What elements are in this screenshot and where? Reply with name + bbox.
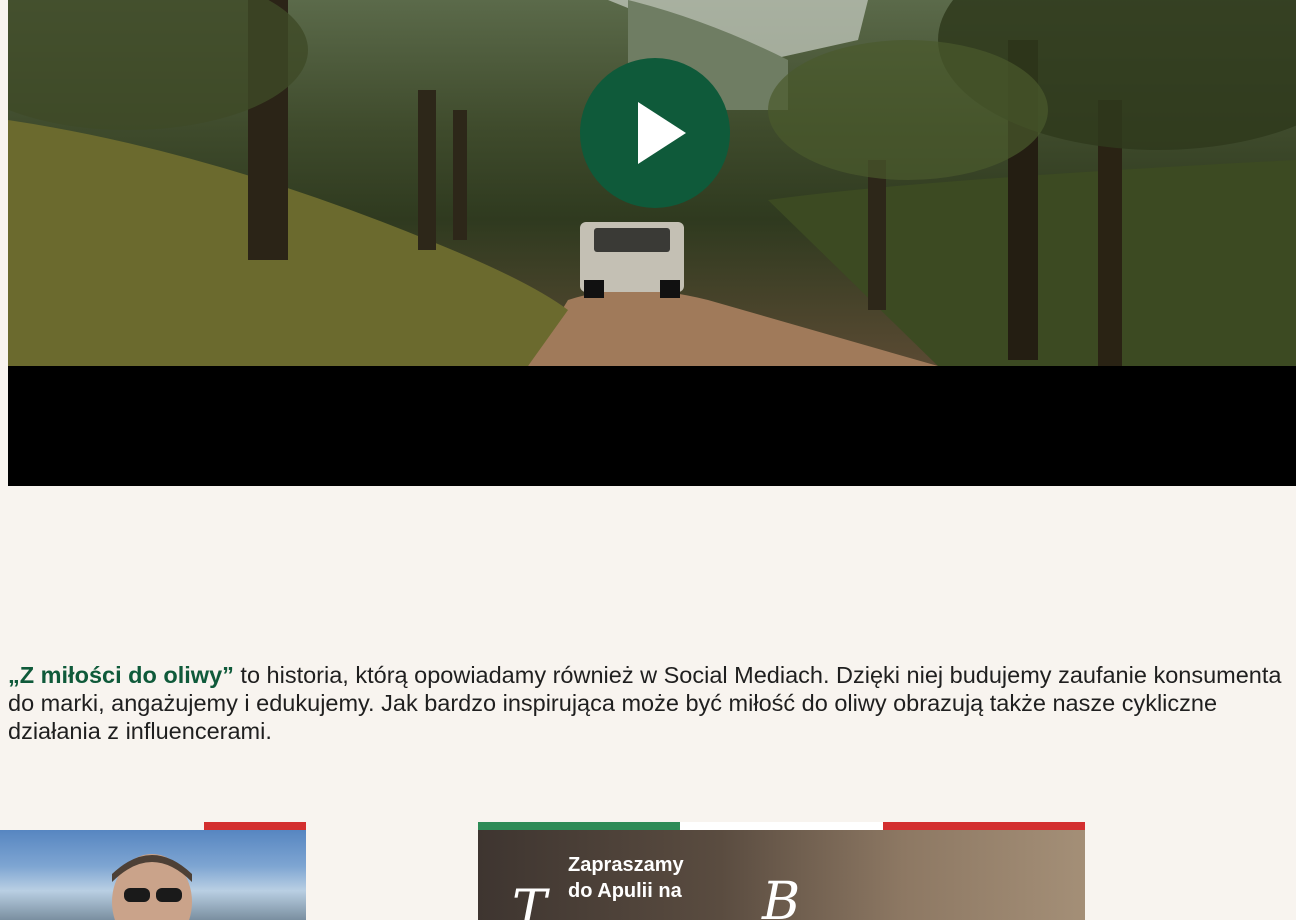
influencer-photo (112, 854, 192, 920)
video-letterbox (8, 366, 1296, 486)
card-script-letter-right: B (762, 872, 801, 920)
influencer-card-2[interactable]: Zapraszamy do Apulii na T B (478, 822, 1085, 920)
intro-paragraph: „Z miłości do oliwy” to historia, którą … (8, 661, 1296, 745)
card-title: Zapraszamy do Apulii na (568, 852, 684, 904)
card-script-letter-left: T (512, 880, 547, 920)
play-icon (638, 102, 686, 164)
play-button[interactable] (580, 58, 730, 208)
italian-flag-stripe (478, 822, 1085, 830)
intro-highlight: „Z miłości do oliwy” (8, 661, 234, 688)
influencer-card-1[interactable] (0, 822, 306, 920)
video-player[interactable] (8, 0, 1296, 486)
card-title-line2: do Apulii na (568, 880, 682, 902)
card-title-line1: Zapraszamy (568, 854, 684, 876)
